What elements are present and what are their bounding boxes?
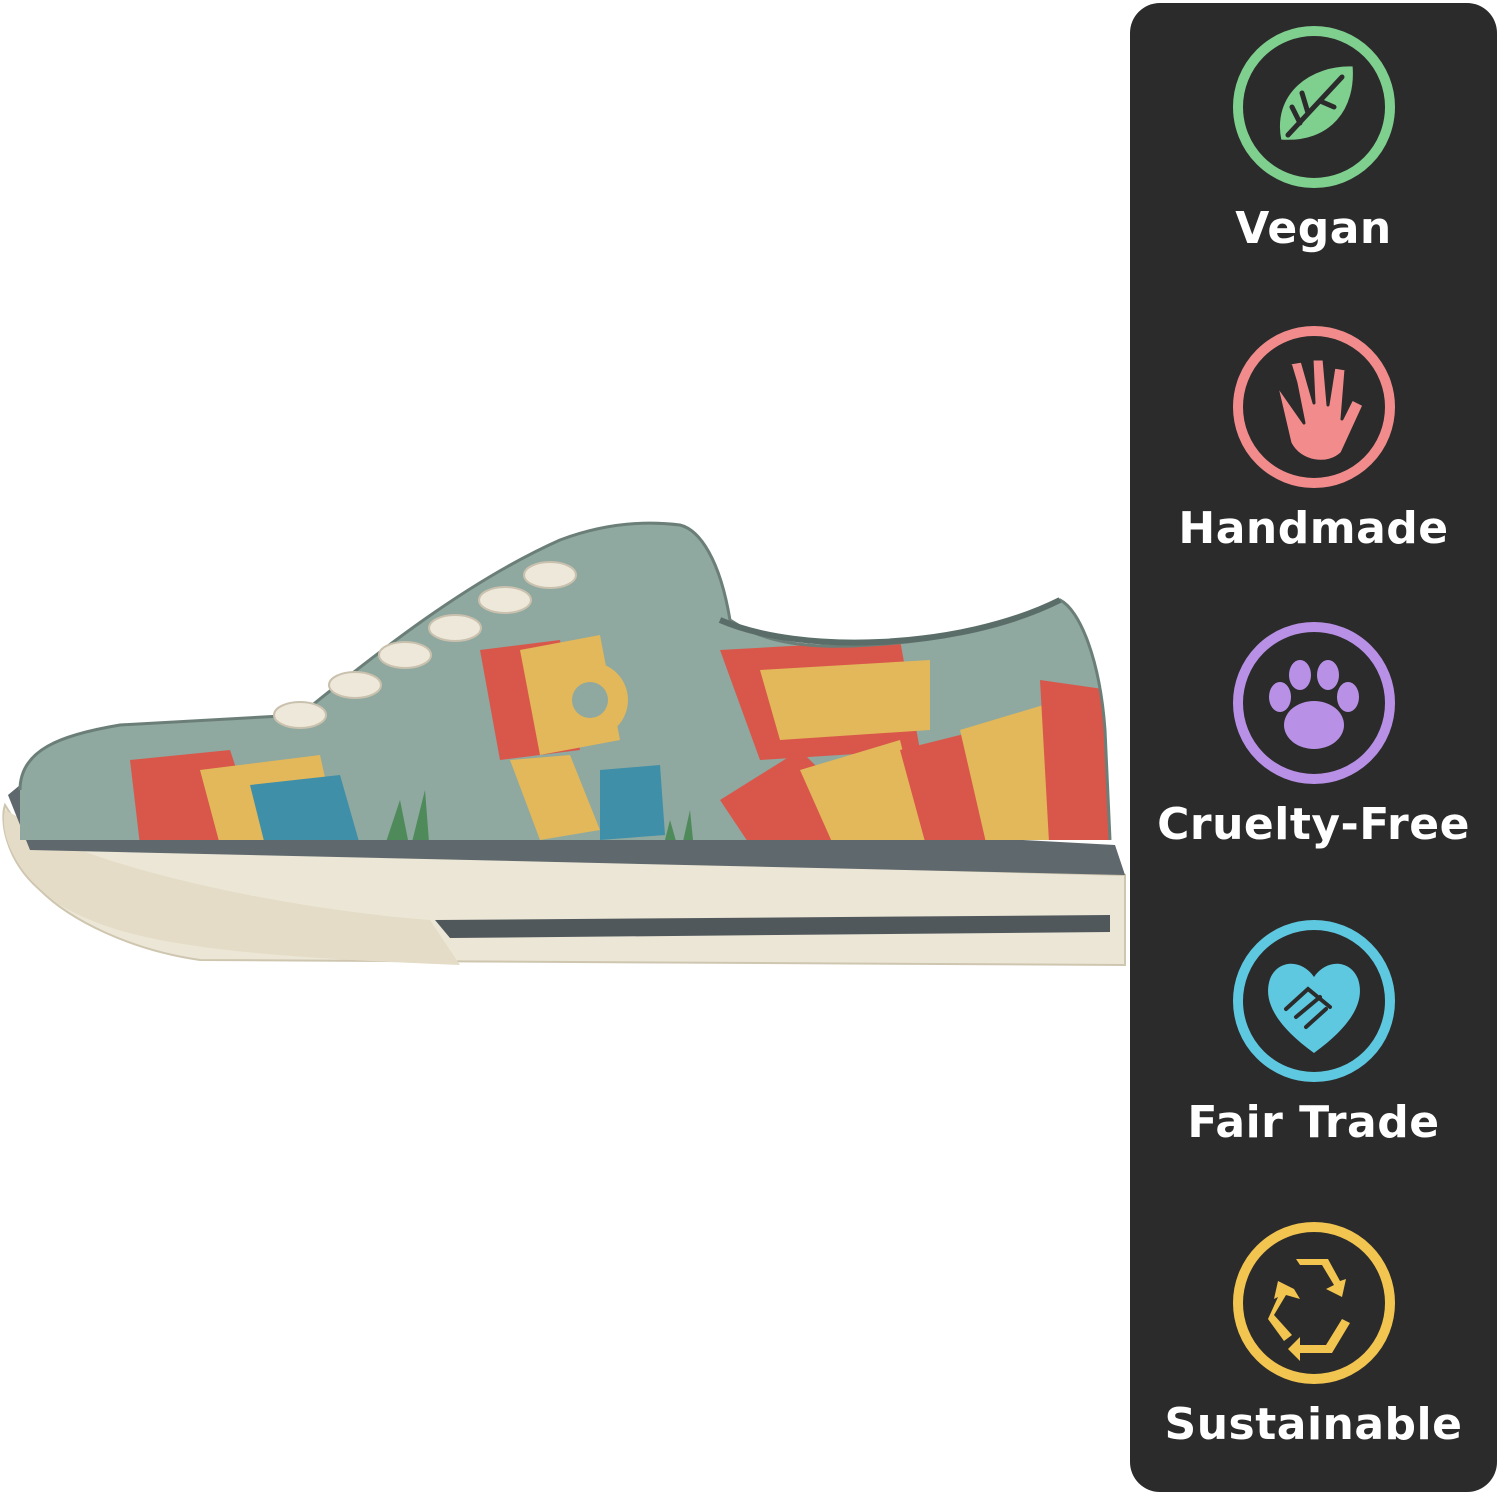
badge-vegan: Vegan <box>1130 3 1497 293</box>
sneaker-image <box>2 521 1126 967</box>
feature-badge-panel: Vegan Handmade Cruelty-Free Fair Trade S… <box>1130 3 1497 1492</box>
recycle-icon <box>1233 1222 1395 1384</box>
product-feature-image: Vegan Handmade Cruelty-Free Fair Trade S… <box>0 0 1500 1495</box>
hand-icon <box>1233 326 1395 488</box>
handshake-heart-icon <box>1233 920 1395 1082</box>
badge-label: Sustainable <box>1164 1399 1463 1450</box>
badge-label: Cruelty-Free <box>1157 799 1470 850</box>
paw-icon <box>1233 622 1395 784</box>
leaf-icon <box>1233 26 1395 188</box>
badge-cruelty-free: Cruelty-Free <box>1130 599 1497 889</box>
badge-label: Handmade <box>1178 503 1449 554</box>
badge-sustainable: Sustainable <box>1130 1199 1497 1489</box>
badge-handmade: Handmade <box>1130 303 1497 593</box>
badge-label: Fair Trade <box>1187 1097 1440 1148</box>
badge-fair-trade: Fair Trade <box>1130 897 1497 1187</box>
badge-label: Vegan <box>1235 203 1392 254</box>
